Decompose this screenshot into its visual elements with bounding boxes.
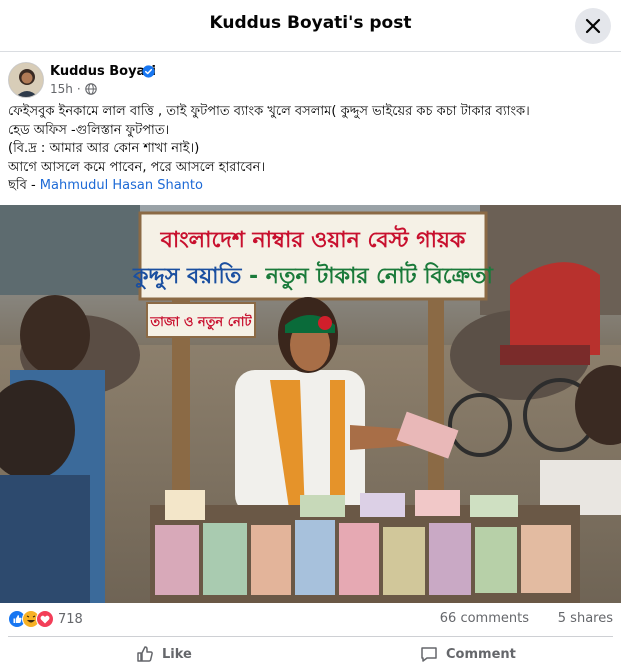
like-label: Like	[162, 646, 192, 662]
small-sign-text: তাজা ও নতুন নোট	[149, 313, 252, 331]
avatar[interactable]	[8, 62, 44, 98]
author-name[interactable]: Kuddus Boyati	[50, 64, 156, 79]
comment-label: Comment	[446, 646, 516, 662]
reactions-count: 718	[58, 611, 83, 627]
globe-icon	[84, 83, 97, 95]
close-button[interactable]	[575, 8, 611, 44]
street-vendor-illustration: বাংলাদেশ নাম্বার ওয়ান বেস্ট গায়ক কুদ্দ…	[0, 205, 621, 603]
photo-credit: ছবি - Mahmudul Hasan Shanto	[8, 177, 614, 196]
post-photo[interactable]: বাংলাদেশ নাম্বার ওয়ান বেস্ট গায়ক কুদ্দ…	[0, 205, 621, 603]
post-meta: 15h ·	[50, 82, 97, 96]
comments-count[interactable]: 66 comments	[440, 611, 529, 626]
comment-button[interactable]: Comment	[420, 637, 516, 671]
reactions-summary[interactable]: 718	[8, 610, 83, 628]
like-icon	[137, 646, 153, 662]
post-stats: 718 66 comments 5 shares	[0, 603, 621, 635]
post-time[interactable]: 15h	[50, 82, 73, 96]
post-dialog-header: Kuddus Boyati's post	[0, 0, 621, 52]
post-text-line: ফেইসবুক ইনকামে লাল বাত্তি , তাই ফুটপাত ব…	[8, 104, 530, 119]
sign-line-2: কুদ্দুস বয়াতি - নতুন টাকার নোট বিক্রেতা	[132, 261, 494, 291]
credit-link[interactable]: Mahmudul Hasan Shanto	[40, 178, 203, 193]
close-icon	[585, 18, 601, 34]
post-text: ফেইসবুক ইনকামে লাল বাত্তি , তাই ফুটপাত ব…	[8, 103, 614, 196]
credit-prefix: ছবি -	[8, 178, 40, 193]
shares-count[interactable]: 5 shares	[558, 611, 613, 626]
comment-icon	[421, 647, 437, 662]
post-actions: Like Comment	[8, 636, 613, 672]
sign-line-1: বাংলাদেশ নাম্বার ওয়ান বেস্ট গায়ক	[160, 225, 467, 253]
post-text-line: আগে আসলে কমে পাবেন, পরে আসলে হারাবেন।	[8, 159, 266, 175]
post-author-row: Kuddus Boyati 15h ·	[8, 62, 608, 102]
verified-badge-icon	[142, 65, 155, 78]
post-text-line: হেড অফিস -গুলিস্তান ফুটপাত।	[8, 122, 170, 138]
dialog-title: Kuddus Boyati's post	[209, 13, 412, 33]
like-button[interactable]: Like	[136, 637, 192, 671]
post-text-line: (বি.দ্র : আমার আর কোন শাখা নাই।)	[8, 141, 200, 156]
love-reaction-icon	[36, 610, 54, 628]
